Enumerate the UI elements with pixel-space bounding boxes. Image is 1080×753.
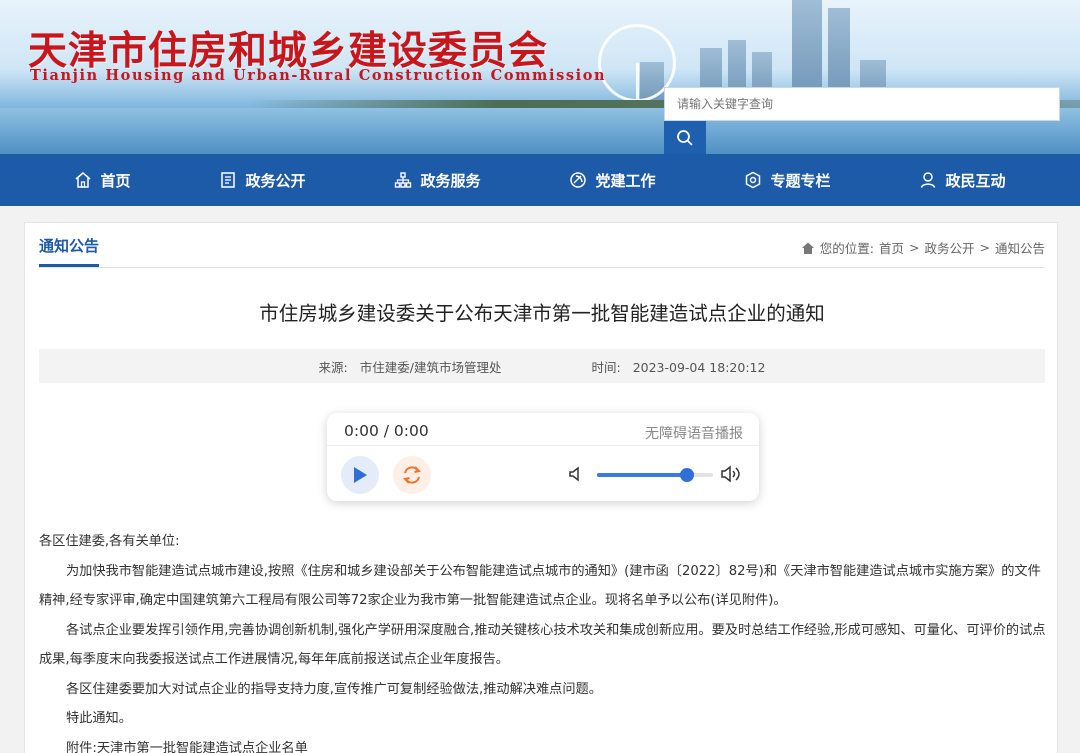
nav-item-home[interactable]: 首页 (74, 170, 131, 191)
article-body: 各区住建委,各有关单位: 为加快我市智能建造试点城市建设,按照《住房和城乡建设部… (39, 527, 1047, 753)
breadcrumb-separator: > (909, 240, 920, 255)
volume-low-icon[interactable] (568, 466, 584, 482)
breadcrumb: 您的位置: 首页 > 政务公开 > 通知公告 (801, 238, 1045, 257)
article-time: 时间: 2023-09-04 18:20:12 (591, 357, 765, 376)
nav-item-label: 政务服务 (420, 171, 481, 190)
article-source: 来源: 市住建委/建筑市场管理处 (319, 357, 502, 376)
header-banner: 天津市住房和城乡建设委员会 Tianjin Housing and Urban-… (0, 0, 1080, 154)
org-chart-icon (395, 172, 412, 188)
home-icon (75, 172, 91, 188)
breadcrumb-notice-link[interactable]: 通知公告 (995, 238, 1045, 257)
refresh-icon (403, 466, 421, 484)
article-title: 市住房城乡建设委关于公布天津市第一批智能建造试点企业的通知 (259, 302, 825, 325)
loop-button[interactable] (393, 456, 431, 494)
content-panel: 通知公告 您的位置: 首页 > 政务公开 > 通知公告 市住房城乡建设委关于公布… (24, 222, 1058, 753)
party-icon (570, 172, 587, 188)
play-icon (354, 467, 367, 483)
breadcrumb-separator: > (979, 240, 990, 255)
volume-slider[interactable] (597, 468, 713, 482)
home-icon (801, 242, 814, 254)
source-label: 来源: (318, 359, 348, 375)
breadcrumb-home-link[interactable]: 首页 (879, 238, 904, 257)
site-title-en: Tianjin Housing and Urban-Rural Construc… (30, 67, 607, 84)
paragraph: 特此通知。 (66, 711, 132, 726)
time-value: 2023-09-04 18:20:12 (632, 359, 766, 375)
nav-item-label: 专题专栏 (770, 171, 831, 190)
breadcrumb-prefix: 您的位置: (819, 241, 874, 256)
search-button[interactable] (664, 121, 706, 154)
section-divider (39, 267, 1045, 268)
paragraph: 为加快我市智能建造试点城市建设,按照《住房和城乡建设部关于公布智能建造试点城市的… (39, 563, 1041, 609)
nav-item-label: 政务公开 (245, 171, 306, 190)
time-label: 时间: (591, 359, 621, 375)
paragraph: 各区住建委要加大对试点企业的指导支持力度,宣传推广可复制经验做法,推动解决难点问… (66, 681, 602, 697)
volume-high-icon[interactable] (720, 464, 742, 484)
nav-item-special-topics[interactable]: 专题专栏 (744, 170, 831, 191)
user-icon (921, 172, 936, 188)
audio-divider (327, 445, 759, 446)
nav-item-services[interactable]: 政务服务 (394, 170, 481, 191)
main-nav: 首页 政务公开 政务服务 党建工作 专题专栏 政民互动 (0, 154, 1080, 206)
search-icon (677, 129, 693, 146)
article-meta: 来源: 市住建委/建筑市场管理处 时间: 2023-09-04 18:20:12 (39, 349, 1045, 383)
attachment-link[interactable]: 附件:天津市第一批智能建造试点企业名单 (39, 734, 1047, 753)
nav-item-government-affairs[interactable]: 政务公开 (219, 170, 306, 191)
nav-item-label: 政民互动 (945, 171, 1006, 190)
audio-caption: 无障碍语音播报 (645, 426, 743, 442)
document-icon (221, 172, 236, 188)
nav-item-party-building[interactable]: 党建工作 (569, 170, 656, 191)
badge-icon (746, 171, 761, 189)
nav-item-label: 党建工作 (595, 171, 656, 190)
volume-fill (597, 473, 688, 477)
paragraph: 各试点企业要发挥引领作用,完善协调创新机制,强化产学研用深度融合,推动关键核心技… (39, 622, 1046, 668)
audio-player: 0:00 / 0:00 无障碍语音播报 (327, 413, 759, 501)
nav-item-interaction[interactable]: 政民互动 (919, 170, 1006, 191)
search-box (664, 87, 1060, 121)
play-button[interactable] (341, 456, 379, 494)
search-input[interactable] (665, 88, 1005, 120)
nav-item-label: 首页 (100, 171, 131, 190)
source-value: 市住建委/建筑市场管理处 (359, 359, 502, 375)
section-tab[interactable]: 通知公告 (39, 235, 100, 267)
audio-time: 0:00 / 0:00 (344, 422, 429, 440)
breadcrumb-gov-affairs-link[interactable]: 政务公开 (924, 238, 974, 257)
volume-knob[interactable] (680, 468, 695, 482)
greeting: 各区住建委,各有关单位: (39, 534, 180, 549)
